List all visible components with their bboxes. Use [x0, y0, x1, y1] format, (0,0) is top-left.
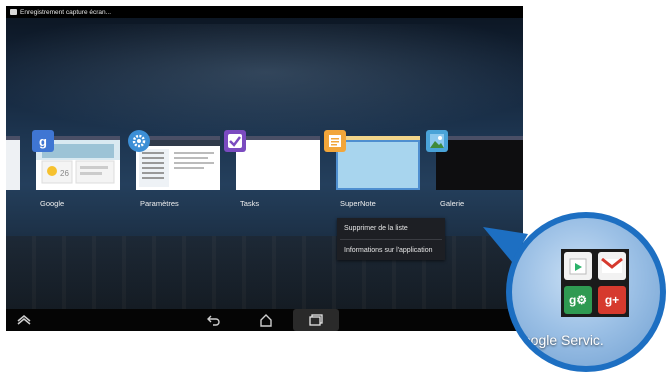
google-plus-icon: g+: [598, 286, 626, 314]
google-settings-icon: g⚙: [564, 286, 592, 314]
google-services-folder[interactable]: g⚙ g+: [561, 249, 629, 317]
gmail-icon: [598, 252, 626, 280]
play-store-icon: [564, 252, 592, 280]
zoom-callout-magnified: g⚙ g+ Google Servic.: [512, 218, 660, 366]
zoom-callout: g⚙ g+ Google Servic.: [506, 212, 666, 372]
google-services-label: Google Servic.: [512, 332, 604, 348]
